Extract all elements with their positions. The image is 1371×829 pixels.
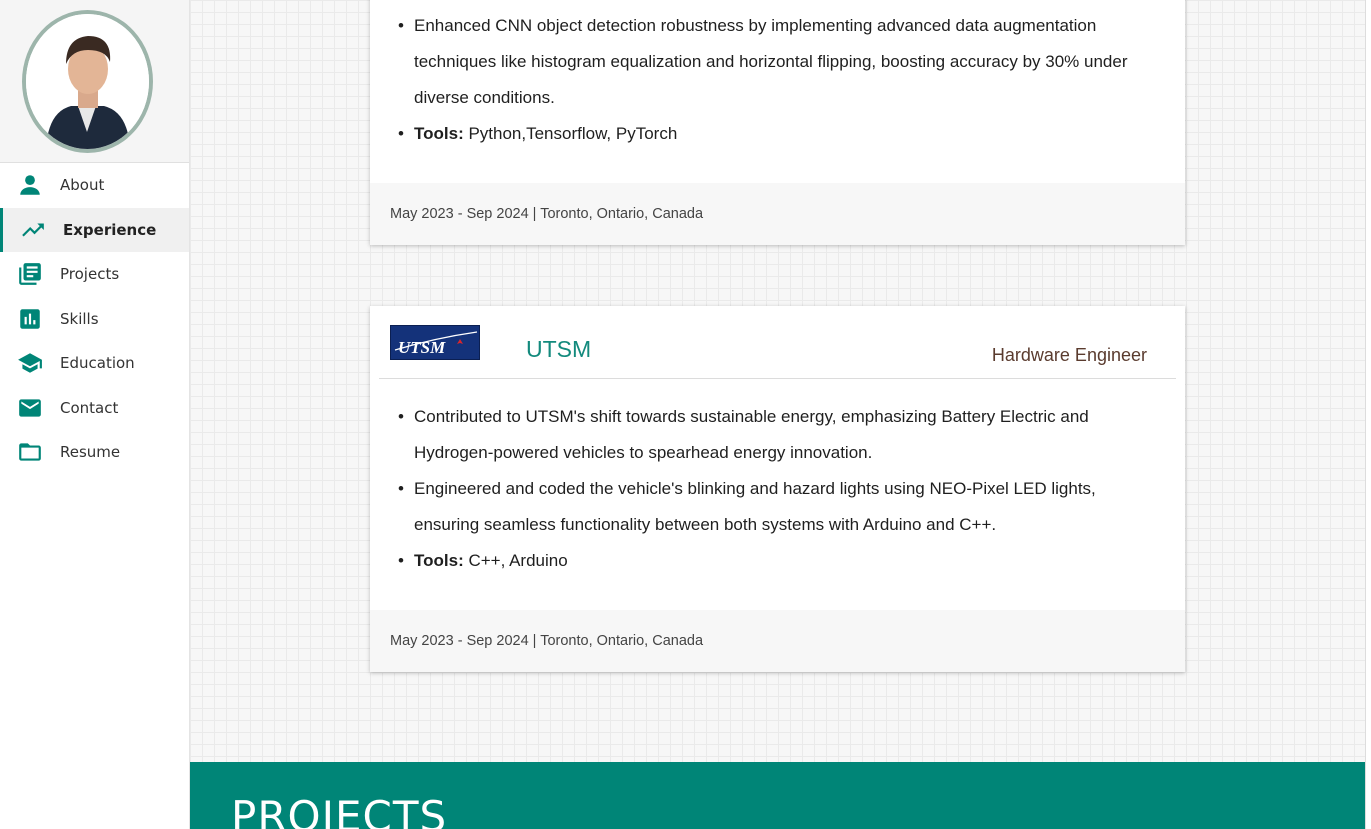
bar-chart-icon <box>16 305 44 333</box>
sidebar-item-label: Resume <box>60 443 121 462</box>
experience-bullet: Contributed to UTSM's shift towards sust… <box>394 399 1155 471</box>
sidebar-item-label: Experience <box>63 220 157 239</box>
profile-header <box>0 0 189 163</box>
sidebar-item-label: Skills <box>60 309 99 328</box>
section-title: PROJECTS <box>231 792 448 829</box>
experience-bullet: Enhanced CNN object detection robustness… <box>394 8 1155 116</box>
job-role: Hardware Engineer <box>991 345 1147 365</box>
projects-section-header: PROJECTS <box>190 762 1365 829</box>
experience-tools: Tools: C++, Arduino <box>394 543 1155 579</box>
scrollbar[interactable] <box>1365 0 1371 829</box>
sidebar-item-skills[interactable]: Skills <box>0 297 189 342</box>
sidebar-item-contact[interactable]: Contact <box>0 386 189 431</box>
sidebar-item-projects[interactable]: Projects <box>0 252 189 297</box>
mail-icon <box>16 394 44 422</box>
experience-bullets: Contributed to UTSM's shift towards sust… <box>370 379 1185 579</box>
experience-footer: May 2023 - Sep 2024 | Toronto, Ontario, … <box>370 610 1185 672</box>
tools-label: Tools: <box>414 551 464 570</box>
main-content: Enhanced CNN object detection robustness… <box>190 0 1365 829</box>
sidebar-item-about[interactable]: About <box>0 163 189 208</box>
sidebar-nav: About Experience Projects Skills Educati… <box>0 163 189 475</box>
sidebar-item-education[interactable]: Education <box>0 341 189 386</box>
sidebar-item-label: Contact <box>60 398 119 417</box>
experience-bullets: Enhanced CNN object detection robustness… <box>370 0 1185 152</box>
logo-text: UTSM <box>398 338 446 357</box>
library-books-icon <box>16 260 44 288</box>
folder-icon <box>16 438 44 466</box>
sidebar-item-label: Education <box>60 354 135 373</box>
avatar <box>22 10 153 153</box>
trending-up-icon <box>19 216 47 244</box>
company-name: UTSM <box>526 336 592 362</box>
sidebar: About Experience Projects Skills Educati… <box>0 0 190 829</box>
experience-tools: Tools: Python,Tensorflow, PyTorch <box>394 116 1155 152</box>
sidebar-item-label: About <box>60 176 105 195</box>
tools-value: C++, Arduino <box>463 551 568 570</box>
experience-card: UTSM UTSM Hardware Engineer Contributed … <box>370 306 1185 672</box>
person-icon <box>16 171 44 199</box>
experience-footer: May 2023 - Sep 2024 | Toronto, Ontario, … <box>370 183 1185 245</box>
school-icon <box>16 349 44 377</box>
tools-label: Tools: <box>414 124 464 143</box>
experience-header: UTSM UTSM Hardware Engineer <box>379 306 1176 379</box>
tools-value: Python,Tensorflow, PyTorch <box>463 124 678 143</box>
profile-photo <box>26 14 149 149</box>
experience-card: Enhanced CNN object detection robustness… <box>370 0 1185 245</box>
sidebar-item-label: Projects <box>60 265 120 284</box>
company-logo: UTSM <box>390 325 480 360</box>
experience-bullet: Engineered and coded the vehicle's blink… <box>394 471 1155 543</box>
sidebar-item-resume[interactable]: Resume <box>0 430 189 475</box>
sidebar-item-experience[interactable]: Experience <box>0 207 189 252</box>
